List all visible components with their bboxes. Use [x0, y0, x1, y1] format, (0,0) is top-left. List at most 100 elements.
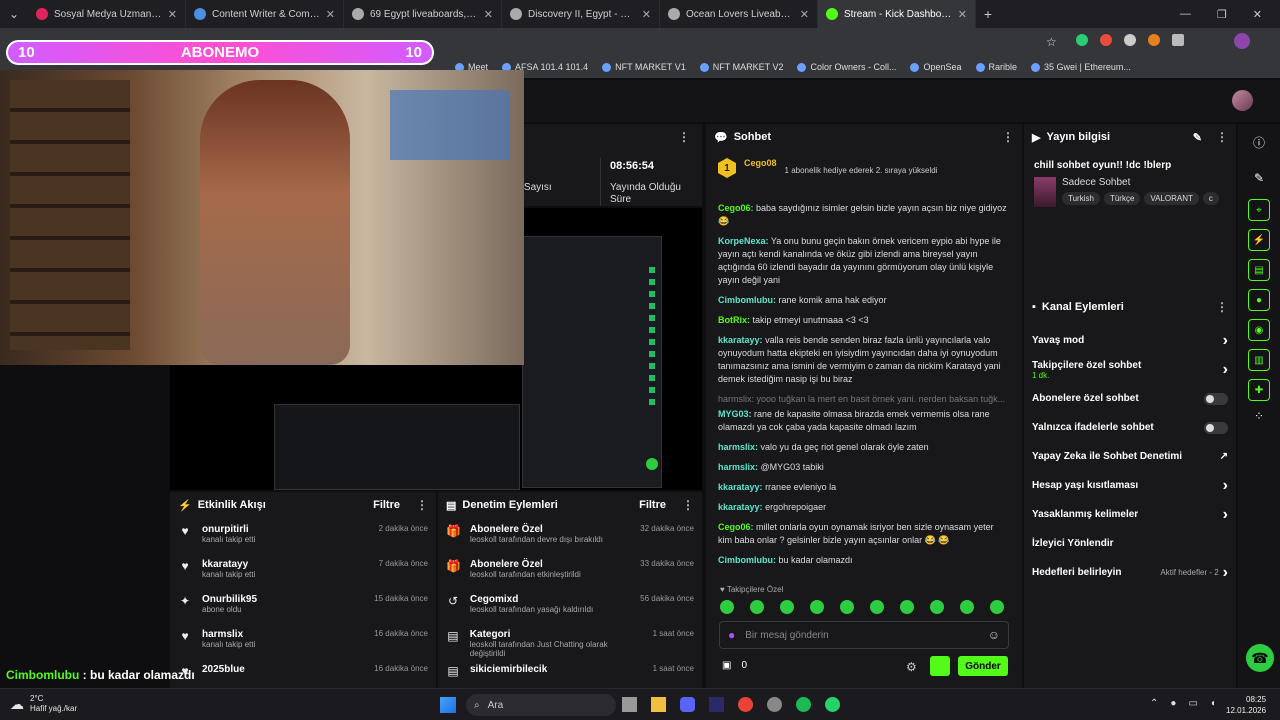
event-name[interactable]: harmslix	[202, 629, 255, 640]
browser-tab[interactable]: 69 Egypt liveaboards, May 2026 ✕	[344, 0, 502, 28]
bookmark-item[interactable]: 35 Gwei | Ethereum...	[1031, 62, 1131, 72]
info-icon[interactable]: ⓘ	[1238, 134, 1280, 151]
close-tab-icon[interactable]: ✕	[642, 8, 651, 21]
event-name[interactable]: sikiciemirbilecik	[470, 664, 547, 675]
emote-icon[interactable]	[900, 600, 914, 614]
event-name[interactable]: 2025blue	[202, 664, 245, 675]
channel-action-row[interactable]: Yalnızca ifadelerle sohbet	[1024, 413, 1236, 442]
emote-icon[interactable]	[750, 600, 764, 614]
event-name[interactable]: Abonelere Özel	[470, 524, 603, 535]
external-link-icon[interactable]: ↗	[1220, 451, 1228, 462]
chat-username[interactable]: Cimbomlubu:	[718, 295, 776, 305]
chat-username[interactable]: Cego06:	[718, 203, 754, 213]
chat-username[interactable]: kkaratayy:	[718, 335, 763, 345]
chat-message[interactable]: Cego06: millet onlarla oyun oynamak isri…	[718, 521, 1010, 547]
discord-icon[interactable]	[680, 697, 695, 712]
event-name[interactable]: kkaratayy	[202, 559, 255, 570]
bolt-icon[interactable]: ⚡	[1248, 229, 1270, 251]
chat-message[interactable]: harmslix: @MYG03 tabiki	[718, 461, 1010, 474]
close-tab-icon[interactable]: ✕	[958, 8, 967, 21]
emoji-icon[interactable]: ☺	[988, 628, 1000, 642]
channel-action-row[interactable]: Yavaş mod ›	[1024, 326, 1236, 355]
more-icon[interactable]: ⋮	[1002, 130, 1014, 144]
chat-username[interactable]: MYG03:	[718, 409, 752, 419]
moderation-filter-button[interactable]: Filtre	[639, 499, 666, 511]
target-icon[interactable]: ⌖	[1248, 199, 1270, 221]
stream-tag[interactable]: Türkçe	[1103, 192, 1141, 205]
emote-icon[interactable]	[840, 600, 854, 614]
browser-tab[interactable]: Sosyal Medya Uzmanı Aranıyor ✕	[28, 0, 186, 28]
more-icon[interactable]: ⋮	[1216, 300, 1228, 314]
browser-tab[interactable]: Stream - Kick Dashboard ✕	[818, 0, 976, 28]
edit-icon[interactable]: ✎	[1193, 131, 1202, 144]
chevron-right-icon[interactable]: ›	[1223, 332, 1228, 350]
more-icon[interactable]: ⋮	[1216, 130, 1228, 144]
channel-action-row[interactable]: Abonelere özel sohbet	[1024, 384, 1236, 413]
chrome-icon[interactable]	[738, 697, 753, 712]
extension-icon[interactable]	[1124, 34, 1136, 46]
chat-message[interactable]: kkaratayy: valla reis bende senden biraz…	[718, 334, 1010, 386]
bookmark-item[interactable]: NFT MARKET V2	[699, 62, 783, 72]
channel-action-row[interactable]: Hedefleri belirleyin Aktif hedefler - 2 ›	[1024, 558, 1236, 587]
pinned-user[interactable]: Cego08	[744, 158, 777, 168]
event-name[interactable]: Cegomixd	[470, 594, 593, 605]
chat-message[interactable]: harmslix: valo yu da geç riot genel olar…	[718, 441, 1010, 454]
feed-item[interactable]: ♥ 2025blue 16 dakika önce	[170, 658, 436, 688]
document-icon[interactable]: ▤	[1248, 259, 1270, 281]
chevron-up-icon[interactable]: ⌃	[1150, 698, 1158, 709]
chat-username[interactable]: kkaratayy:	[718, 482, 763, 492]
more-icon[interactable]: ⋮	[682, 498, 694, 512]
feed-item[interactable]: 🎁 Abonelere Özel leoskoll tarafından etkin…	[438, 553, 702, 588]
new-tab-button[interactable]: +	[976, 6, 1000, 22]
channel-action-row[interactable]: Takipçilere özel sohbet 1 dk. ›	[1024, 355, 1236, 384]
profile-avatar[interactable]	[1234, 33, 1250, 49]
settings-icon[interactable]: ⚙	[906, 660, 917, 674]
chat-message[interactable]: KorpeNexa: Ya onu bunu geçin bakın örnek…	[718, 235, 1010, 287]
emote-icon[interactable]	[720, 600, 734, 614]
feed-item[interactable]: ♥ kkaratayy kanalı takip etti 7 dakika önce	[170, 553, 436, 588]
toggle-switch[interactable]	[1204, 421, 1228, 434]
chat-username[interactable]: Cego06:	[718, 522, 754, 532]
send-button[interactable]: Gönder	[958, 656, 1008, 676]
feed-item[interactable]: 🎁 Abonelere Özel leoskoll tarafından devre…	[438, 518, 702, 553]
chat-bubble-icon[interactable]: ●	[1248, 289, 1270, 311]
feed-item[interactable]: ♥ onurpitirli kanalı takip etti 2 dakika ön…	[170, 518, 436, 553]
premiere-icon[interactable]	[709, 697, 724, 712]
close-tab-icon[interactable]: ✕	[484, 8, 493, 21]
taskview-icon[interactable]	[622, 697, 637, 712]
chat-message[interactable]: kkaratayy: rranee evleniyo la	[718, 481, 1010, 494]
chat-message[interactable]: Cimbomlubu: rane komik ama hak ediyor	[718, 294, 1010, 307]
tab-search-icon[interactable]: ⌄	[0, 7, 28, 21]
star-icon[interactable]: ☆	[1046, 35, 1057, 49]
event-name[interactable]: Abonelere Özel	[470, 559, 581, 570]
chat-message[interactable]: kkaratayy: ergohrepoigaer	[718, 501, 1010, 514]
clock-time[interactable]: 08:25	[1226, 694, 1266, 705]
emote-icon[interactable]	[870, 600, 884, 614]
chat-username[interactable]: BotRix:	[718, 315, 750, 325]
broadcast-icon[interactable]: ◉	[1248, 319, 1270, 341]
taskbar-search[interactable]: ⌕ Ara	[466, 694, 616, 716]
extension-icon[interactable]	[1100, 34, 1112, 46]
extension-icon[interactable]	[1148, 34, 1160, 46]
chat-username[interactable]: harmslix:	[718, 442, 758, 452]
emote-icon[interactable]	[930, 600, 944, 614]
close-window-icon[interactable]: ✕	[1253, 8, 1262, 21]
kick-emote-icon[interactable]	[930, 656, 950, 676]
channel-action-row[interactable]: Yapay Zeka ile Sohbet Denetimi ↗	[1024, 442, 1236, 471]
mic-icon[interactable]: ●	[1170, 698, 1176, 709]
chat-input[interactable]: ● Bir mesaj gönderin ☺	[719, 621, 1009, 649]
whatsapp-icon[interactable]	[825, 697, 840, 712]
points-display[interactable]: ▣ 0	[722, 660, 747, 671]
feed-item[interactable]: ✦ Onurbilik95 abone oldu 15 dakika önce	[170, 588, 436, 623]
feed-item[interactable]: ↺ Cegomixd leoskoll tarafından yasağı kald…	[438, 588, 702, 623]
chevron-right-icon[interactable]: ›	[1223, 506, 1228, 524]
browser-tab[interactable]: Content Writer & Community M ✕	[186, 0, 344, 28]
bookmark-item[interactable]: Rarible	[975, 62, 1017, 72]
feed-item[interactable]: ▤ sikiciemirbilecik 1 saat önce	[438, 658, 702, 688]
extension-icon[interactable]	[1076, 34, 1088, 46]
app-icon[interactable]	[767, 697, 782, 712]
chat-messages[interactable]: Cego06: baba saydığınız isimler gelsin b…	[706, 202, 1022, 584]
more-icon[interactable]: ⋮	[416, 498, 428, 512]
event-name[interactable]: Kategori	[470, 629, 643, 640]
channel-action-row[interactable]: Yasaklanmış kelimeler ›	[1024, 500, 1236, 529]
